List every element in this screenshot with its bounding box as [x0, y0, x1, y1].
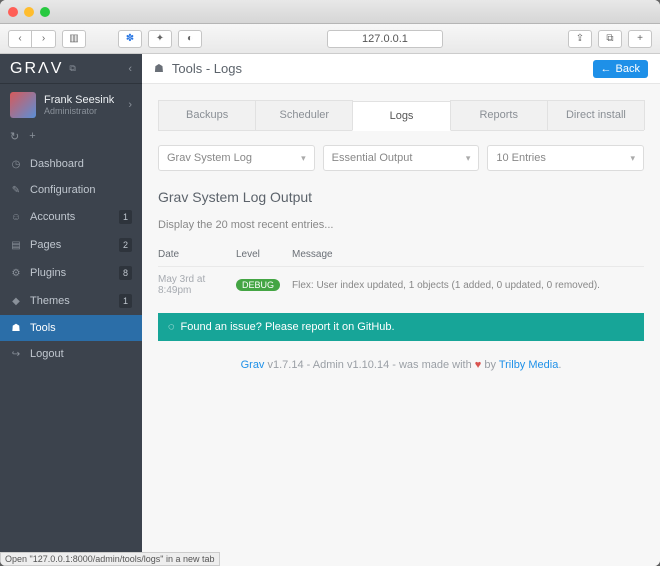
window-minimize-icon[interactable]: [24, 7, 34, 17]
sidebar-item-label: Themes: [30, 295, 70, 307]
sidebar-item-dashboard[interactable]: ◷ Dashboard: [0, 151, 142, 177]
sidebar-item-logout[interactable]: ↪ Logout: [0, 341, 142, 367]
plug-icon: ⚙: [10, 268, 22, 279]
address-text: 127.0.0.1: [362, 33, 408, 45]
sidebar-item-label: Plugins: [30, 267, 66, 279]
window-titlebar: [0, 0, 660, 24]
grav-link[interactable]: Grav: [241, 359, 265, 371]
report-issue-text: Found an issue? Please report it on GitH…: [181, 321, 395, 333]
nav: ◷ Dashboard ✎ Configuration ☺ Accounts 1 ▤ Pa…: [0, 151, 142, 367]
sidebar-item-label: Tools: [30, 322, 56, 334]
logout-icon: ↪: [10, 349, 22, 360]
cell-message: Flex: User index updated, 1 objects (1 a…: [292, 280, 644, 291]
sidebar-toggle-button[interactable]: ▥: [62, 30, 86, 48]
cell-level: DEBUG: [236, 279, 292, 291]
user-panel[interactable]: Frank Seesink Administrator ›: [0, 84, 142, 126]
section-subheading: Display the 20 most recent entries...: [158, 219, 644, 231]
page-title: Tools - Logs: [172, 61, 242, 76]
gauge-icon: ◷: [10, 159, 22, 170]
logo: GRΛV: [10, 60, 63, 78]
tabs-button[interactable]: ⧉: [598, 30, 622, 48]
browser-toolbar: ‹ › ▥ ✽ ✦ ◐ 127.0.0.1 ⇪ ⧉ +: [0, 24, 660, 54]
window-close-icon[interactable]: [8, 7, 18, 17]
col-header-date: Date: [158, 249, 236, 260]
sidebar-item-configuration[interactable]: ✎ Configuration: [0, 177, 142, 203]
report-issue-bar[interactable]: ◌ Found an issue? Please report it on Gi…: [158, 313, 644, 341]
user-role: Administrator: [44, 106, 114, 116]
filter-row: Grav System Log▾ Essential Output▾ 10 En…: [158, 145, 644, 171]
extension-button-2[interactable]: ✦: [148, 30, 172, 48]
sidebar-item-pages[interactable]: ▤ Pages 2: [0, 231, 142, 259]
count-badge: 2: [119, 238, 132, 252]
chevron-down-icon: ▾: [466, 153, 471, 164]
tab-reports[interactable]: Reports: [450, 100, 548, 130]
sidebar-item-plugins[interactable]: ⚙ Plugins 8: [0, 259, 142, 287]
cell-date: May 3rd at 8:49pm: [158, 274, 236, 296]
briefcase-icon: ☗: [10, 323, 22, 334]
address-bar[interactable]: 127.0.0.1: [327, 30, 442, 48]
arrow-left-icon: ←: [601, 63, 612, 75]
logo-row: GRΛV ⧉ ‹: [0, 54, 142, 84]
trilby-link[interactable]: Trilby Media: [499, 359, 559, 371]
sidebar-item-label: Accounts: [30, 211, 75, 223]
paint-icon: ◆: [10, 296, 22, 307]
quick-icons: ↻ +: [0, 126, 142, 151]
sidebar-item-label: Dashboard: [30, 158, 84, 170]
sidebar-collapse-icon[interactable]: ‹: [128, 63, 132, 75]
sidebar-item-themes[interactable]: ◆ Themes 1: [0, 287, 142, 315]
external-link-icon[interactable]: ⧉: [69, 63, 75, 74]
tab-scheduler[interactable]: Scheduler: [255, 100, 353, 130]
users-icon: ☺: [10, 212, 22, 223]
col-header-message: Message: [292, 249, 644, 260]
col-header-level: Level: [236, 249, 292, 260]
table-header: Date Level Message: [158, 243, 644, 267]
new-tab-button[interactable]: +: [628, 30, 652, 48]
github-icon: ◌: [168, 321, 175, 333]
app-frame: GRΛV ⧉ ‹ Frank Seesink Administrator › ↻…: [0, 54, 660, 566]
sidebar-item-label: Configuration: [30, 184, 95, 196]
content: Backups Scheduler Logs Reports Direct in…: [142, 84, 660, 387]
sidebar: GRΛV ⧉ ‹ Frank Seesink Administrator › ↻…: [0, 54, 142, 566]
file-icon: ▤: [10, 240, 22, 251]
link-status-tooltip: Open "127.0.0.1:8000/admin/tools/logs" i…: [0, 552, 220, 566]
section-heading: Grav System Log Output: [158, 189, 644, 205]
nav-back-button[interactable]: ‹: [8, 30, 32, 48]
footer-text: Grav v1.7.14 - Admin v1.10.14 - was made…: [158, 359, 644, 371]
chevron-down-icon: ▾: [630, 153, 635, 164]
reader-button[interactable]: ◐: [178, 30, 202, 48]
tab-logs[interactable]: Logs: [352, 101, 450, 131]
log-source-select[interactable]: Grav System Log▾: [158, 145, 315, 171]
sidebar-item-accounts[interactable]: ☺ Accounts 1: [0, 203, 142, 231]
breadcrumb: ☗ Tools - Logs ← Back: [142, 54, 660, 84]
share-button[interactable]: ⇪: [568, 30, 592, 48]
wrench-icon: ✎: [10, 185, 22, 196]
back-button[interactable]: ← Back: [593, 60, 648, 78]
avatar: [10, 92, 36, 118]
table-row: May 3rd at 8:49pm DEBUG Flex: User index…: [158, 267, 644, 303]
user-name: Frank Seesink: [44, 94, 114, 106]
count-badge: 1: [119, 210, 132, 224]
back-label: Back: [616, 63, 640, 75]
extension-button-1[interactable]: ✽: [118, 30, 142, 48]
browser-window: ‹ › ▥ ✽ ✦ ◐ 127.0.0.1 ⇪ ⧉ + GRΛV ⧉ ‹ Fra…: [0, 0, 660, 566]
main-pane: ☗ Tools - Logs ← Back Backups Scheduler …: [142, 54, 660, 566]
tabs: Backups Scheduler Logs Reports Direct in…: [158, 100, 644, 131]
sidebar-item-label: Logout: [30, 348, 64, 360]
refresh-icon[interactable]: ↻: [10, 130, 19, 143]
tab-backups[interactable]: Backups: [158, 100, 256, 130]
sidebar-item-label: Pages: [30, 239, 61, 251]
level-badge: DEBUG: [236, 279, 280, 291]
count-badge: 1: [119, 294, 132, 308]
plus-icon[interactable]: +: [29, 130, 35, 143]
entries-select[interactable]: 10 Entries▾: [487, 145, 644, 171]
window-zoom-icon[interactable]: [40, 7, 50, 17]
output-type-select[interactable]: Essential Output▾: [323, 145, 480, 171]
briefcase-icon: ☗: [154, 62, 164, 75]
sidebar-item-tools[interactable]: ☗ Tools: [0, 315, 142, 341]
chevron-down-icon: ▾: [301, 153, 306, 164]
tab-direct-install[interactable]: Direct install: [547, 100, 645, 130]
count-badge: 8: [119, 266, 132, 280]
chevron-down-icon: ›: [128, 99, 132, 111]
nav-forward-button[interactable]: ›: [32, 30, 56, 48]
